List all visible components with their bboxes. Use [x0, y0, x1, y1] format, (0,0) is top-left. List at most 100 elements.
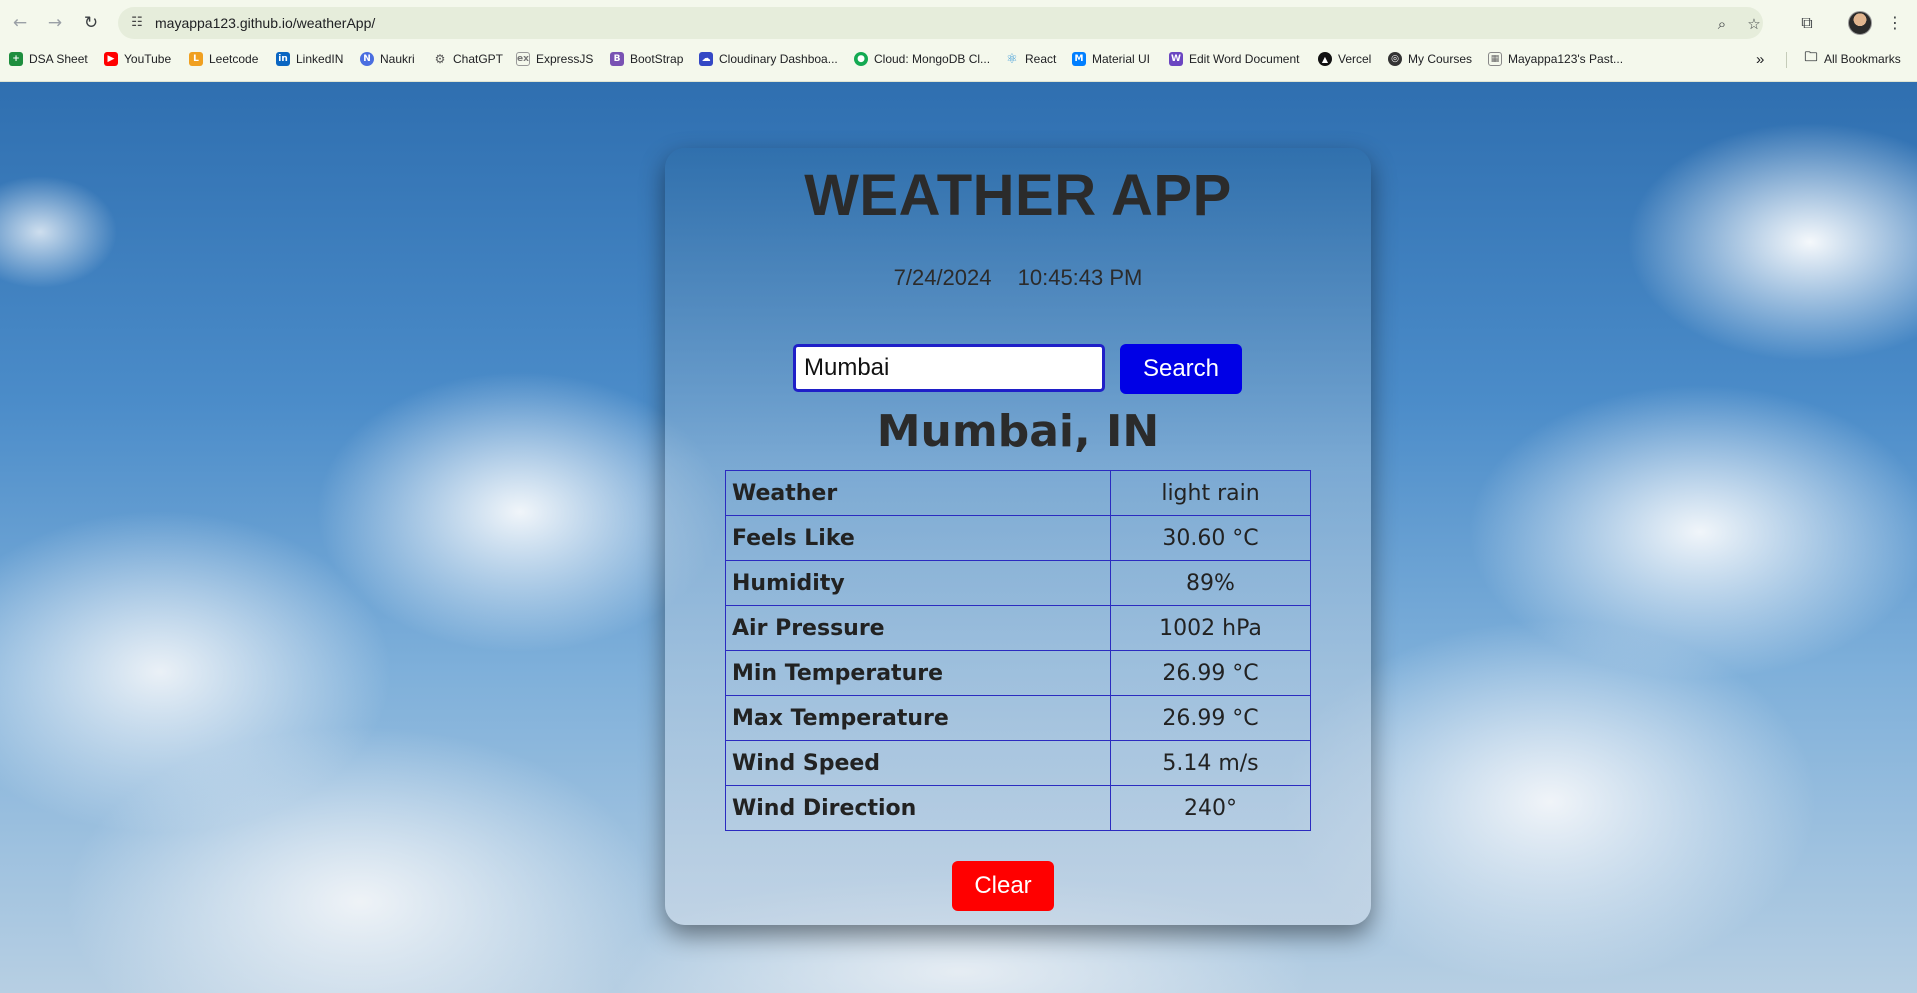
- bookmark-cloudinary[interactable]: ☁ Cloudinary Dashboa...: [699, 50, 838, 68]
- bookmark-label: Vercel: [1338, 52, 1372, 66]
- tune-icon[interactable]: ☷: [128, 14, 146, 32]
- table-row: Max Temperature 26.99 °C: [725, 695, 1311, 741]
- linkedin-icon: in: [276, 52, 290, 66]
- naukri-icon: N: [360, 52, 374, 66]
- row-value: 26.99 °C: [1110, 695, 1311, 741]
- forward-arrow-icon[interactable]: →: [43, 11, 67, 35]
- bookmark-expressjs[interactable]: ex ExpressJS: [516, 50, 593, 68]
- table-row: Wind Direction 240°: [725, 785, 1311, 831]
- cloudinary-icon: ☁: [699, 52, 713, 66]
- row-value: 1002 hPa: [1110, 605, 1311, 651]
- expressjs-icon: ex: [516, 52, 530, 66]
- bookmark-label: Leetcode: [209, 52, 259, 66]
- bookmark-naukri[interactable]: N Naukri: [360, 50, 415, 68]
- bookmarks-divider: [1786, 52, 1787, 68]
- bookmark-chatgpt[interactable]: ⚙ ChatGPT: [433, 50, 503, 68]
- reload-icon[interactable]: ↻: [79, 11, 103, 35]
- row-value: 26.99 °C: [1110, 650, 1311, 696]
- location-heading: Mumbai, IN: [876, 406, 1160, 457]
- chatgpt-icon: ⚙: [434, 52, 446, 66]
- row-value: 89%: [1110, 560, 1311, 606]
- row-value: 30.60 °C: [1110, 515, 1311, 561]
- bootstrap-icon: B: [610, 52, 624, 66]
- puzzle-icon[interactable]: ⧉: [1795, 11, 1819, 35]
- bookmark-my-courses[interactable]: ◎ My Courses: [1388, 50, 1472, 68]
- browser-toolbar: ← → ↻ ☷ mayappa123.github.io/weatherApp/…: [0, 0, 1917, 46]
- row-value: 240°: [1110, 785, 1311, 831]
- app-title: WEATHER APP: [804, 163, 1232, 228]
- bookmark-label: DSA Sheet: [29, 52, 88, 66]
- bookmark-dsa-sheet[interactable]: + DSA Sheet: [9, 50, 88, 68]
- row-label: Air Pressure: [725, 605, 1111, 651]
- folder-icon: 🗀: [1804, 50, 1818, 65]
- bookmark-label: Cloud: MongoDB Cl...: [874, 52, 991, 66]
- row-label: Wind Speed: [725, 740, 1111, 786]
- row-label: Feels Like: [725, 515, 1111, 561]
- bookmark-label: LinkedIN: [296, 52, 344, 66]
- bookmark-label: React: [1025, 52, 1057, 66]
- url-text[interactable]: mayappa123.github.io/weatherApp/: [155, 15, 375, 31]
- bookmark-mongodb[interactable]: ● Cloud: MongoDB Cl...: [854, 50, 990, 68]
- bookmark-mayappa-past[interactable]: ▦ Mayappa123's Past...: [1488, 50, 1623, 68]
- all-bookmarks-label: All Bookmarks: [1824, 52, 1901, 66]
- row-label: Wind Direction: [725, 785, 1111, 831]
- table-row: Feels Like 30.60 °C: [725, 515, 1311, 561]
- more-bookmarks-icon[interactable]: »: [1756, 50, 1764, 68]
- row-label: Min Temperature: [725, 650, 1111, 696]
- row-value: 5.14 m/s: [1110, 740, 1311, 786]
- bookmark-youtube[interactable]: ▶ YouTube: [104, 50, 171, 68]
- zoom-icon[interactable]: ⌕: [1713, 15, 1731, 33]
- bookmark-label: Mayappa123's Past...: [1508, 52, 1624, 66]
- date-time: 7/24/2024 10:45:43 PM: [665, 265, 1371, 291]
- spreadsheet-icon: +: [9, 52, 23, 66]
- leetcode-icon: L: [189, 52, 203, 66]
- bookmarks-bar: + DSA Sheet ▶ YouTube L Leetcode in LinkedIN…: [0, 48, 1917, 70]
- all-bookmarks-button[interactable]: 🗀 All Bookmarks: [1804, 50, 1901, 68]
- vercel-icon: ▲: [1318, 52, 1332, 66]
- bookmark-label: BootStrap: [630, 52, 684, 66]
- table-row: Humidity 89%: [725, 560, 1311, 606]
- table-row: Air Pressure 1002 hPa: [725, 605, 1311, 651]
- row-label: Weather: [725, 470, 1111, 516]
- bookmark-label: Material UI: [1092, 52, 1151, 66]
- profile-avatar[interactable]: [1848, 11, 1872, 35]
- weather-details-table: Weather light rain Feels Like 30.60 °C Hum…: [725, 470, 1311, 831]
- bookmark-vercel[interactable]: ▲ Vercel: [1318, 50, 1371, 68]
- bookmark-label: Naukri: [380, 52, 415, 66]
- kebab-menu-icon[interactable]: ⋮: [1883, 11, 1907, 35]
- table-row: Wind Speed 5.14 m/s: [725, 740, 1311, 786]
- row-value: light rain: [1110, 470, 1311, 516]
- bookmark-material-ui[interactable]: M Material UI: [1072, 50, 1150, 68]
- bookmark-label: Edit Word Document: [1189, 52, 1300, 66]
- bookmark-label: ChatGPT: [453, 52, 504, 66]
- bookmark-edit-word-document[interactable]: W Edit Word Document: [1169, 50, 1300, 68]
- table-row: Weather light rain: [725, 470, 1311, 516]
- row-label: Humidity: [725, 560, 1111, 606]
- weather-page: WEATHER APP 7/24/2024 10:45:43 PM Search…: [0, 82, 1917, 993]
- weather-card: WEATHER APP 7/24/2024 10:45:43 PM Search…: [665, 148, 1371, 925]
- star-icon[interactable]: ☆: [1745, 15, 1763, 33]
- word-document-icon: W: [1169, 52, 1183, 66]
- back-arrow-icon[interactable]: ←: [8, 11, 32, 35]
- bookmark-linkedin[interactable]: in LinkedIN: [276, 50, 343, 68]
- youtube-icon: ▶: [104, 52, 118, 66]
- clear-button[interactable]: Clear: [952, 861, 1054, 911]
- address-bar[interactable]: ☷ mayappa123.github.io/weatherApp/ ⌕ ☆: [118, 7, 1763, 39]
- bookmark-bootstrap[interactable]: B BootStrap: [610, 50, 683, 68]
- search-button[interactable]: Search: [1120, 344, 1242, 394]
- mongodb-icon: ●: [854, 52, 868, 66]
- bookmark-label: My Courses: [1408, 52, 1473, 66]
- row-label: Max Temperature: [725, 695, 1111, 741]
- bookmark-react[interactable]: ⚛ React: [1005, 50, 1056, 68]
- material-ui-icon: M: [1072, 52, 1086, 66]
- courses-icon: ◎: [1388, 52, 1402, 66]
- grid-icon: ▦: [1488, 52, 1502, 66]
- bookmark-label: ExpressJS: [536, 52, 594, 66]
- bookmark-leetcode[interactable]: L Leetcode: [189, 50, 258, 68]
- city-search-input[interactable]: [793, 344, 1105, 392]
- current-time: 10:45:43 PM: [1017, 265, 1143, 290]
- browser-chrome: ← → ↻ ☷ mayappa123.github.io/weatherApp/…: [0, 0, 1917, 82]
- bookmark-label: Cloudinary Dashboa...: [719, 52, 838, 66]
- react-icon: ⚛: [1006, 51, 1018, 67]
- table-row: Min Temperature 26.99 °C: [725, 650, 1311, 696]
